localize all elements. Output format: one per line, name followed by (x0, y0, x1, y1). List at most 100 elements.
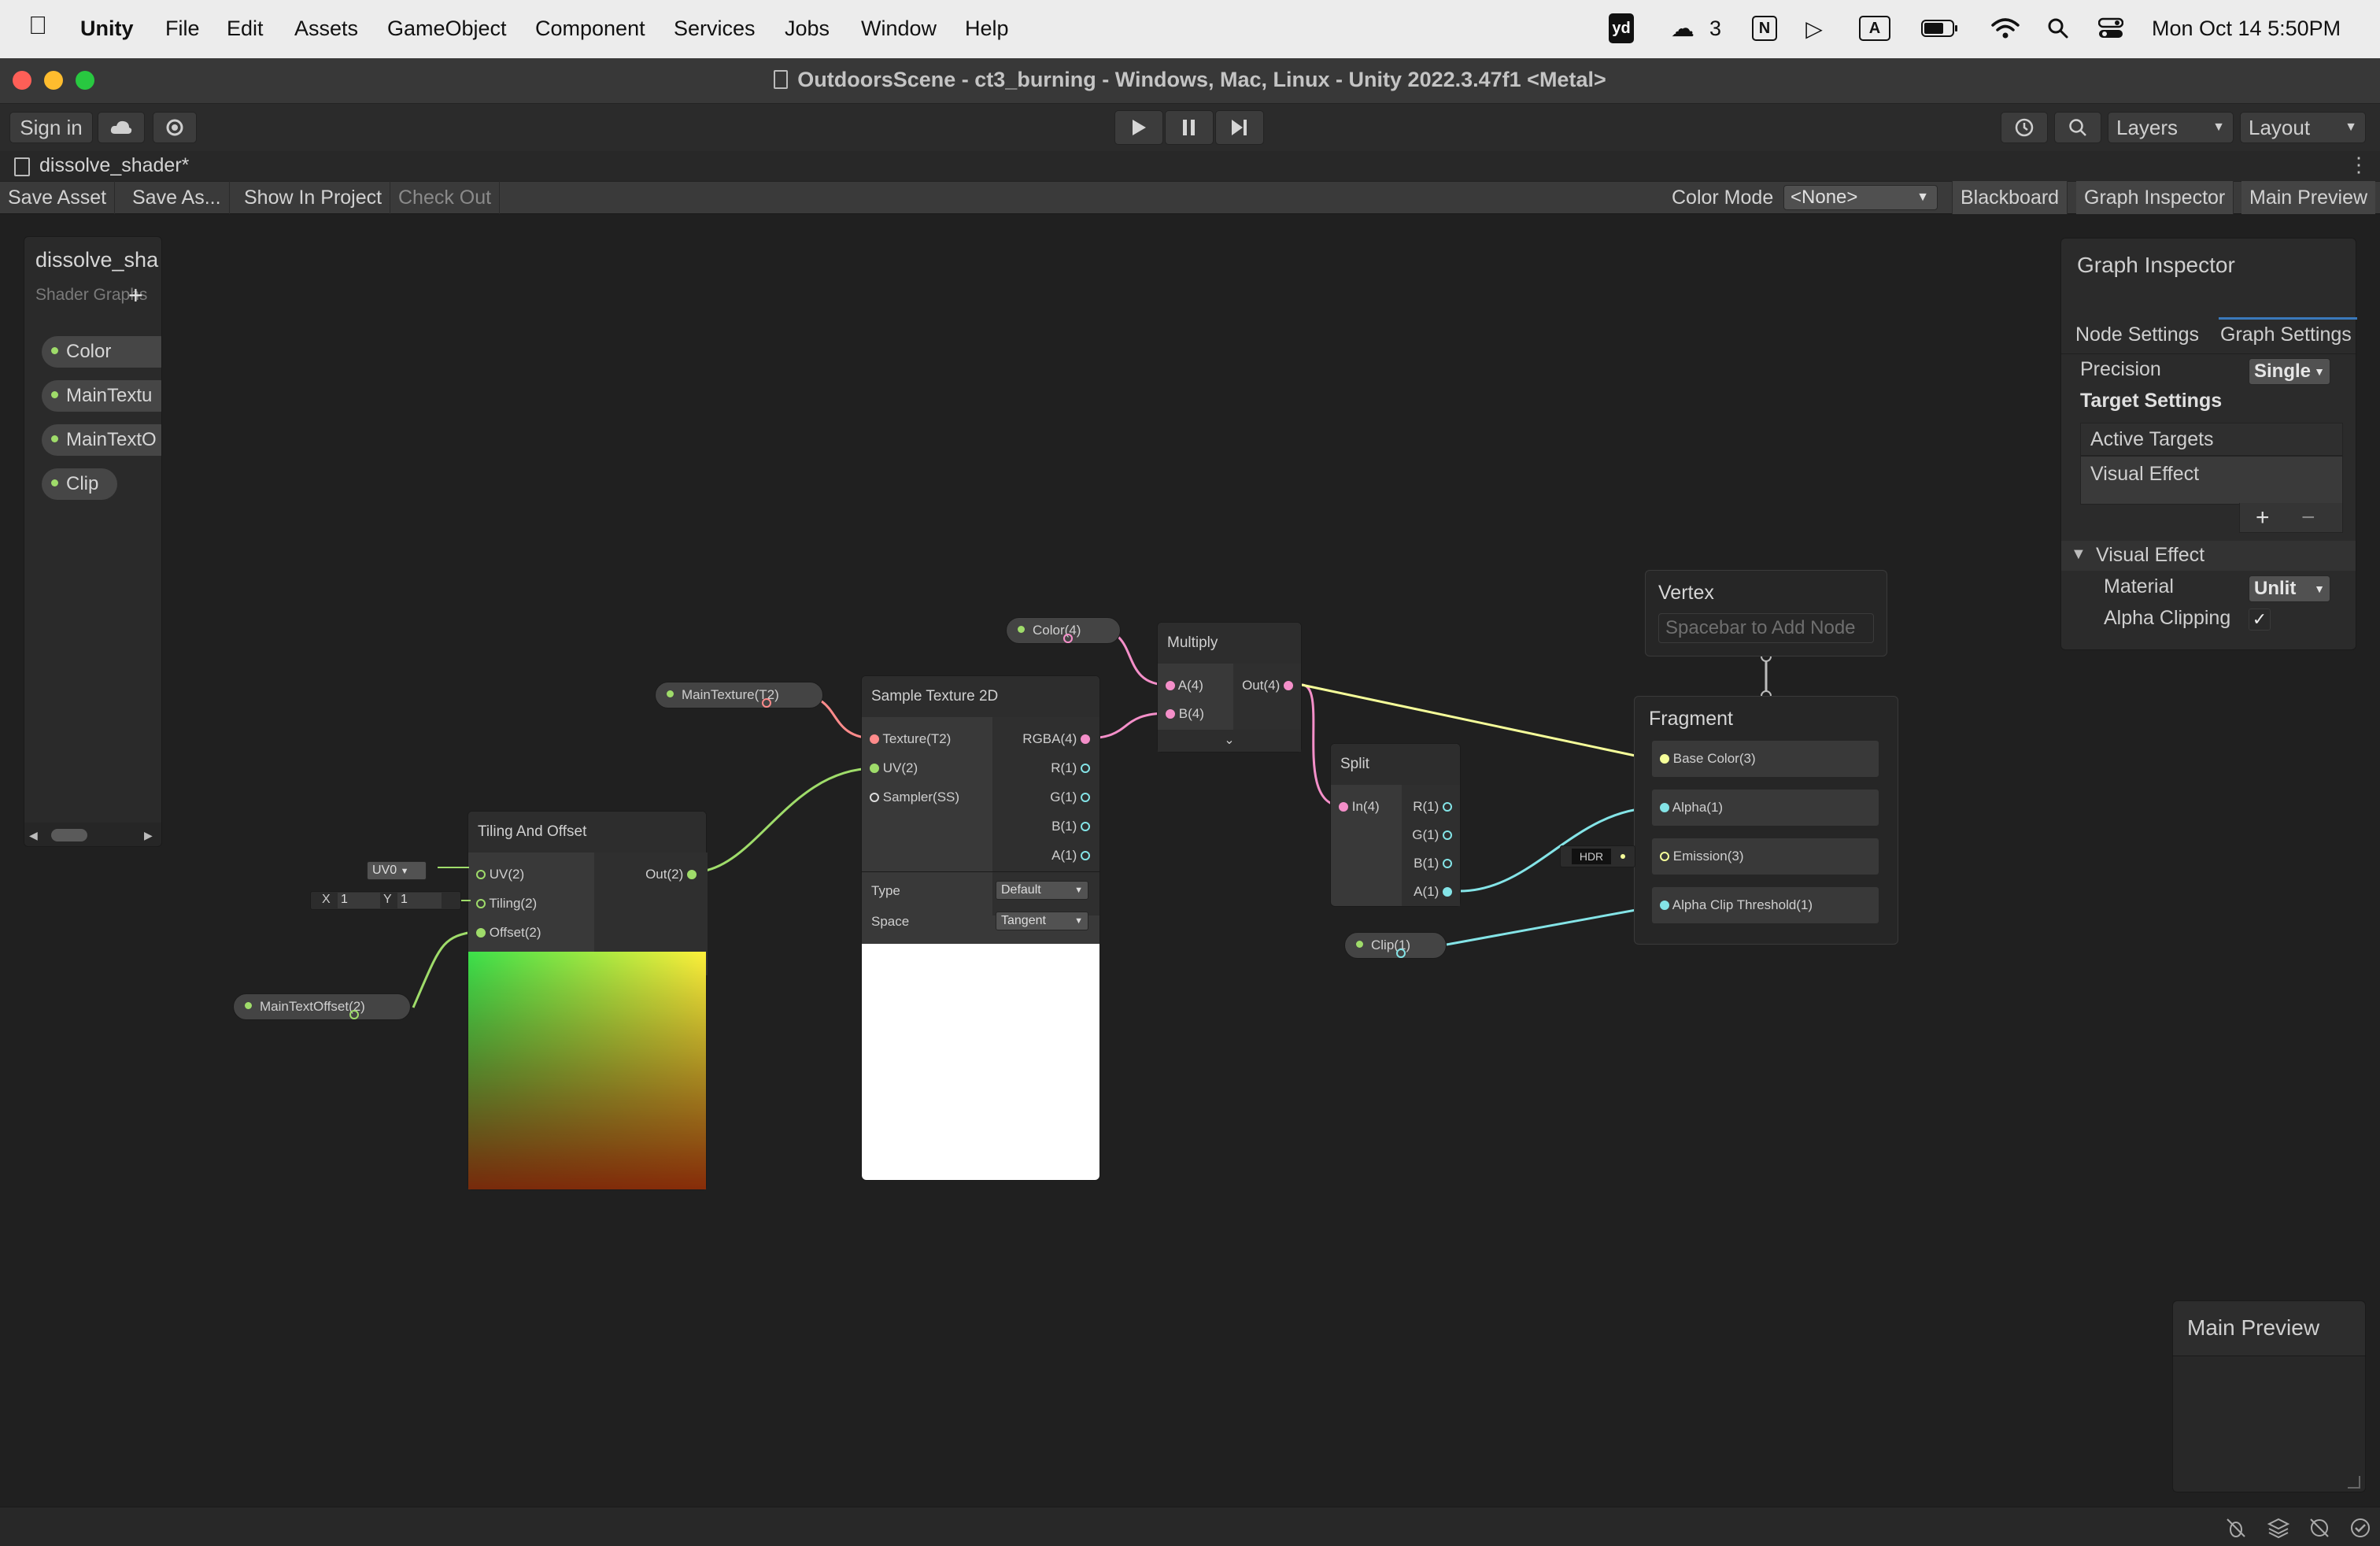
out-port-icon[interactable] (1396, 948, 1406, 958)
scroll-thumb[interactable] (51, 829, 87, 841)
out-output-port[interactable]: Out(4) (1242, 678, 1293, 693)
foldout-triangle-icon[interactable]: ▼ (2071, 546, 2086, 564)
out-port-icon[interactable] (1063, 633, 1074, 643)
material-dropdown[interactable]: Unlit ▼ (2249, 575, 2330, 602)
inspector-title: Graph Inspector (2077, 253, 2235, 277)
visual-effect-section-header[interactable]: ▼ Visual Effect (2061, 541, 2356, 571)
alpha-clip-threshold-block[interactable]: Alpha Clip Threshold(1) (1652, 887, 1879, 923)
sample-texture-2d-node[interactable]: Sample Texture 2D Texture(T2) UV(2) Samp… (861, 675, 1100, 1181)
type-dropdown[interactable]: Default ▼ (996, 881, 1088, 900)
alpha-clip-port-icon[interactable] (1660, 900, 1669, 910)
add-target-button[interactable]: + (2256, 505, 2270, 531)
active-targets-header: Active Targets (2080, 423, 2343, 456)
debug-icon[interactable] (2224, 1516, 2248, 1540)
precision-dropdown[interactable]: Single ▼ (2249, 358, 2330, 385)
b-input-port[interactable]: B(4) (1166, 706, 1204, 722)
scroll-left-icon[interactable]: ◀ (29, 829, 38, 842)
property-main-text-offset[interactable]: MainTextO (42, 424, 161, 456)
status-bar (0, 1507, 2380, 1546)
material-label: Material (2104, 575, 2174, 597)
property-node-clip[interactable]: Clip(1) (1344, 932, 1447, 959)
texture-preview (862, 944, 1099, 1180)
wire-tiling-uv (692, 767, 876, 874)
emission-inline-field[interactable]: HDR (1560, 845, 1635, 867)
type-label: Type (871, 883, 900, 898)
alpha-block[interactable]: Alpha(1) (1652, 790, 1879, 826)
remove-target-button[interactable]: − (2301, 505, 2315, 531)
property-dot-icon (245, 1002, 252, 1010)
property-node-main-text-offset[interactable]: MainTextOffset(2) (233, 993, 411, 1020)
multiply-node[interactable]: Multiply A(4) B(4) Out(4) ⌄ (1157, 622, 1302, 753)
connection-wires (412, 628, 1768, 1008)
property-dot-icon (51, 435, 58, 443)
inline-port-icon (1621, 854, 1625, 859)
tab-node-settings[interactable]: Node Settings (2075, 324, 2199, 346)
texture-input-port[interactable]: Texture(T2) (870, 731, 951, 747)
in-input-port[interactable]: In(4) (1339, 799, 1380, 815)
g-output-port[interactable]: G(1) (1412, 827, 1452, 843)
r-output-port[interactable]: R(1) (1051, 760, 1090, 776)
layers-stack-icon[interactable] (2267, 1516, 2290, 1540)
scroll-right-icon[interactable]: ▶ (144, 829, 153, 842)
property-dot-icon (51, 479, 58, 487)
node-title: Tiling And Offset (468, 812, 706, 853)
expand-chevron-icon[interactable]: ⌄ (1158, 730, 1301, 752)
b-output-port[interactable]: B(1) (1414, 856, 1452, 871)
add-property-icon[interactable]: + (128, 281, 143, 310)
uv-input-port[interactable]: UV(2) (870, 760, 918, 776)
emission-label: Emission(3) (1672, 849, 1744, 864)
uv-inline-wire (438, 867, 469, 868)
uv-channel-dropdown[interactable]: UV0 ▼ (367, 861, 427, 880)
vertex-context[interactable]: Vertex Spacebar to Add Node (1645, 570, 1887, 656)
rgba-output-port[interactable]: RGBA(4) (1022, 731, 1090, 747)
target-item-visual-effect[interactable]: Visual Effect (2080, 456, 2343, 505)
uv-input-port[interactable]: UV(2) (476, 867, 524, 882)
property-clip[interactable]: Clip (42, 468, 117, 500)
property-dot-icon (51, 391, 58, 399)
a-output-port[interactable]: A(1) (1051, 848, 1090, 864)
split-node[interactable]: Split In(4) R(1) G(1) B(1) A(1) (1330, 743, 1461, 907)
alpha-clipping-checkbox[interactable]: ✓ (2249, 608, 2271, 631)
tiling-x-input[interactable]: 1 (338, 893, 380, 908)
base-color-block[interactable]: Base Color(3) (1652, 741, 1879, 777)
precision-label: Precision (2080, 358, 2161, 380)
fragment-context[interactable]: Fragment Base Color(3) Alpha(1) Emission… (1634, 696, 1898, 945)
network-off-icon[interactable] (2308, 1516, 2331, 1540)
status-ok-icon[interactable] (2349, 1516, 2372, 1540)
offset-input-port[interactable]: Offset(2) (476, 925, 541, 941)
out-port-icon[interactable] (761, 697, 771, 708)
alpha-clip-label: Alpha Clip Threshold(1) (1672, 897, 1813, 912)
hdr-color-swatch[interactable]: HDR (1572, 849, 1611, 864)
base-color-port-icon[interactable] (1660, 753, 1669, 764)
chevron-down-icon: ▼ (1074, 886, 1083, 895)
r-output-port[interactable]: R(1) (1413, 799, 1452, 815)
emission-block[interactable]: Emission(3) (1652, 838, 1879, 875)
node-title: Split (1331, 744, 1460, 785)
sampler-input-port[interactable]: Sampler(SS) (870, 790, 959, 805)
a-input-port[interactable]: A(4) (1166, 678, 1203, 693)
b-output-port[interactable]: B(1) (1051, 819, 1090, 834)
tiling-y-input[interactable]: 1 (397, 893, 442, 908)
a-output-port[interactable]: A(1) (1414, 884, 1452, 900)
resize-handle-icon[interactable] (2348, 1476, 2360, 1489)
property-dot-icon (51, 347, 58, 355)
alpha-port-icon[interactable] (1660, 802, 1669, 812)
vertex-title: Vertex (1658, 582, 1714, 604)
main-preview-title: Main Preview (2187, 1315, 2320, 1340)
emission-port-icon[interactable] (1660, 851, 1669, 861)
blackboard-panel: dissolve_sha Shader Graphs + Color MainT… (24, 236, 162, 847)
tiling-and-offset-node[interactable]: Tiling And Offset UV(2) Tiling(2) Offset… (468, 811, 708, 1190)
tiling-input-port[interactable]: Tiling(2) (476, 896, 537, 912)
out-port-icon[interactable] (349, 1009, 359, 1019)
property-main-texture[interactable]: MainTextu (42, 380, 161, 412)
g-output-port[interactable]: G(1) (1050, 790, 1090, 805)
property-node-color[interactable]: Color(4) (1006, 617, 1121, 644)
property-node-main-texture[interactable]: MainTexture(T2) (655, 682, 823, 708)
tab-graph-settings[interactable]: Graph Settings (2220, 324, 2352, 346)
out-output-port[interactable]: Out(2) (645, 867, 697, 882)
blackboard-scrollbar[interactable]: ◀ ▶ (24, 823, 161, 846)
space-dropdown[interactable]: Tangent ▼ (996, 912, 1088, 930)
chevron-down-icon: ▼ (1074, 916, 1083, 926)
property-color[interactable]: Color (42, 336, 161, 368)
target-settings-heading: Target Settings (2080, 390, 2223, 412)
